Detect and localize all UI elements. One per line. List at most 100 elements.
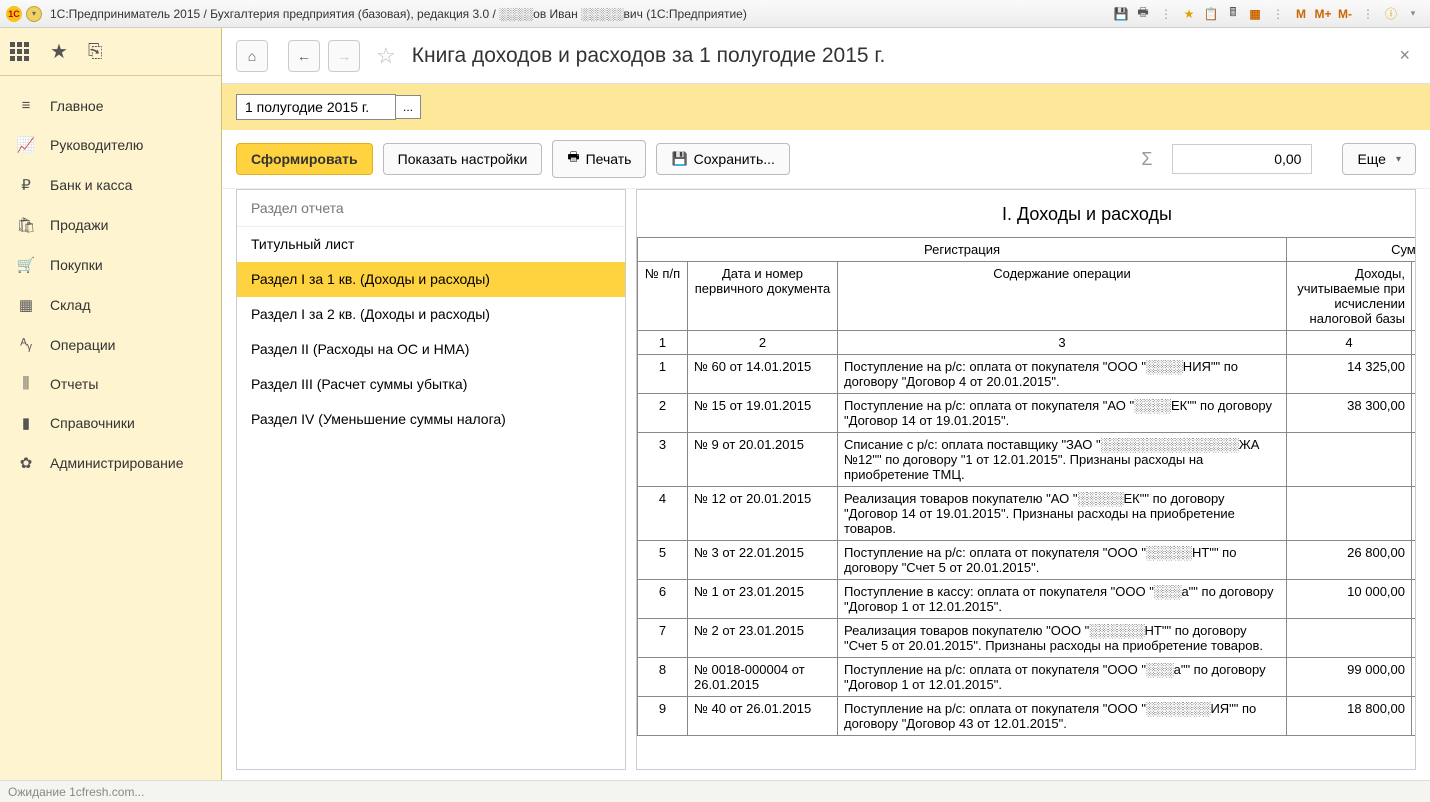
index-cell: 5: [1412, 331, 1417, 355]
sidebar-item-0[interactable]: ≡Главное: [0, 86, 221, 125]
table-row[interactable]: 5№ 3 от 22.01.2015Поступление на р/с: оп…: [638, 541, 1417, 580]
info-dropdown-icon[interactable]: ▾: [1404, 5, 1422, 23]
table-row[interactable]: 9№ 40 от 26.01.2015Поступление на р/с: о…: [638, 697, 1417, 736]
cell-income: 14 325,00: [1287, 355, 1412, 394]
cell-doc: № 60 от 14.01.2015: [688, 355, 838, 394]
favorite-icon[interactable]: ★: [1180, 5, 1198, 23]
clipboard-icon[interactable]: 📋: [1202, 5, 1220, 23]
table-row[interactable]: 1№ 60 от 14.01.2015Поступление на р/с: о…: [638, 355, 1417, 394]
home-button[interactable]: ⌂: [236, 40, 268, 72]
cell-expense: [1412, 658, 1417, 697]
sigma-icon[interactable]: Σ: [1141, 149, 1152, 170]
sidebar-item-7[interactable]: ⫼Отчеты: [0, 364, 221, 403]
table-row[interactable]: 6№ 1 от 23.01.2015Поступление в кассу: о…: [638, 580, 1417, 619]
cell-npp: 6: [638, 580, 688, 619]
cell-operation: Поступление на р/с: оплата от покупателя…: [838, 697, 1287, 736]
cell-npp: 2: [638, 394, 688, 433]
sidebar-item-label: Банк и касса: [50, 177, 132, 193]
cell-expense: [1412, 541, 1417, 580]
sidebar-item-6[interactable]: ᴬᵧОперации: [0, 325, 221, 364]
th-operation: Содержание операции: [838, 262, 1287, 331]
calendar-icon[interactable]: ▦: [1246, 5, 1264, 23]
sidebar-item-label: Покупки: [50, 257, 103, 273]
printer-icon: 🖶: [567, 148, 579, 170]
print-button[interactable]: 🖶Печать: [552, 140, 646, 178]
table-row[interactable]: 3№ 9 от 20.01.2015Списание с р/с: оплата…: [638, 433, 1417, 487]
info-icon[interactable]: ⓘ: [1382, 5, 1400, 23]
index-cell: 4: [1287, 331, 1412, 355]
section-item-5[interactable]: Раздел IV (Уменьшение суммы налога): [237, 402, 625, 437]
section-item-3[interactable]: Раздел II (Расходы на ОС и НМА): [237, 332, 625, 367]
sidebar-item-label: Справочники: [50, 415, 135, 431]
sidebar-icon: ₽: [16, 176, 36, 194]
table-row[interactable]: 8№ 0018-000004 от 26.01.2015Поступление …: [638, 658, 1417, 697]
report-sections-panel: Раздел отчета Титульный листРаздел I за …: [236, 189, 626, 770]
cell-income: [1287, 487, 1412, 541]
memory-mminus-icon[interactable]: M-: [1336, 5, 1354, 23]
sidebar-icon: 📈: [16, 136, 36, 154]
dropdown-icon[interactable]: ▾: [26, 6, 42, 22]
sidebar-item-9[interactable]: ✿Администрирование: [0, 443, 221, 483]
cell-npp: 3: [638, 433, 688, 487]
section-item-0[interactable]: Титульный лист: [237, 227, 625, 262]
th-expense: Расхо учитыва при исчи налогово: [1412, 262, 1417, 331]
cell-npp: 9: [638, 697, 688, 736]
star-icon[interactable]: ★: [50, 39, 68, 64]
window-title: 1С:Предприниматель 2015 / Бухгалтерия пр…: [50, 7, 747, 21]
table-row[interactable]: 2№ 15 от 19.01.2015Поступление на р/с: о…: [638, 394, 1417, 433]
sidebar-item-8[interactable]: ▮Справочники: [0, 403, 221, 443]
favorite-page-icon[interactable]: ☆: [376, 43, 396, 69]
table-row[interactable]: 4№ 12 от 20.01.2015Реализация товаров по…: [638, 487, 1417, 541]
cell-doc: № 12 от 20.01.2015: [688, 487, 838, 541]
sidebar-item-2[interactable]: ₽ Банк и касса: [0, 165, 221, 205]
cell-expense: [1412, 355, 1417, 394]
cell-operation: Поступление на р/с: оплата от покупателя…: [838, 394, 1287, 433]
sidebar-item-1[interactable]: 📈Руководителю: [0, 125, 221, 165]
calculator-icon[interactable]: 🖩: [1224, 5, 1242, 23]
sidebar: ★ ⎘ ≡Главное📈Руководителю ₽ Банк и касса 🛍П…: [0, 28, 222, 780]
cell-expense: [1412, 394, 1417, 433]
period-bar: ...: [222, 84, 1430, 130]
section-item-1[interactable]: Раздел I за 1 кв. (Доходы и расходы): [237, 262, 625, 297]
save-disk-icon[interactable]: 💾: [1112, 5, 1130, 23]
documents-icon[interactable]: ⎘: [88, 41, 102, 62]
sidebar-item-5[interactable]: ▦Склад: [0, 285, 221, 325]
toolbar: Сформировать Показать настройки 🖶Печать …: [222, 130, 1430, 189]
more-button[interactable]: Еще: [1342, 143, 1416, 175]
page-title: Книга доходов и расходов за 1 полугодие …: [412, 44, 1386, 68]
sum-input[interactable]: [1172, 144, 1312, 174]
show-settings-button[interactable]: Показать настройки: [383, 143, 543, 175]
report-table: Регистрация Сумма № п/п Дата и номер пер…: [637, 237, 1416, 736]
sidebar-top-icons: ★ ⎘: [0, 28, 221, 76]
forward-button[interactable]: →: [328, 40, 360, 72]
sidebar-item-label: Склад: [50, 297, 91, 313]
close-button[interactable]: ×: [1393, 45, 1416, 66]
cell-expense: [1412, 619, 1417, 658]
cell-operation: Поступление на р/с: оплата от покупателя…: [838, 541, 1287, 580]
period-input[interactable]: [236, 94, 396, 120]
cell-operation: Поступление в кассу: оплата от покупател…: [838, 580, 1287, 619]
apps-grid-icon[interactable]: [10, 42, 30, 62]
sidebar-item-label: Продажи: [50, 217, 108, 233]
sidebar-item-label: Администрирование: [50, 455, 184, 471]
sidebar-item-3[interactable]: 🛍Продажи: [0, 205, 221, 245]
memory-m-icon[interactable]: M: [1292, 5, 1310, 23]
cell-npp: 7: [638, 619, 688, 658]
generate-button[interactable]: Сформировать: [236, 143, 373, 175]
period-picker-button[interactable]: ...: [395, 95, 421, 119]
section-item-2[interactable]: Раздел I за 2 кв. (Доходы и расходы): [237, 297, 625, 332]
cell-income: 38 300,00: [1287, 394, 1412, 433]
memory-mplus-icon[interactable]: M+: [1314, 5, 1332, 23]
section-item-4[interactable]: Раздел III (Расчет суммы убытка): [237, 367, 625, 402]
sidebar-icon: ᴬᵧ: [16, 336, 36, 353]
table-row[interactable]: 7№ 2 от 23.01.2015Реализация товаров пок…: [638, 619, 1417, 658]
cell-income: [1287, 433, 1412, 487]
sidebar-item-4[interactable]: 🛒 Покупки: [0, 245, 221, 285]
cell-expense: [1412, 580, 1417, 619]
back-button[interactable]: ←: [288, 40, 320, 72]
report-preview-panel[interactable]: I. Доходы и расходы Регистрация Сумма № …: [636, 189, 1416, 770]
cell-expense: [1412, 487, 1417, 541]
save-button[interactable]: 💾Сохранить...: [656, 143, 789, 175]
sidebar-icon: 🛒: [16, 256, 36, 274]
print-icon[interactable]: 🖶: [1134, 5, 1152, 23]
